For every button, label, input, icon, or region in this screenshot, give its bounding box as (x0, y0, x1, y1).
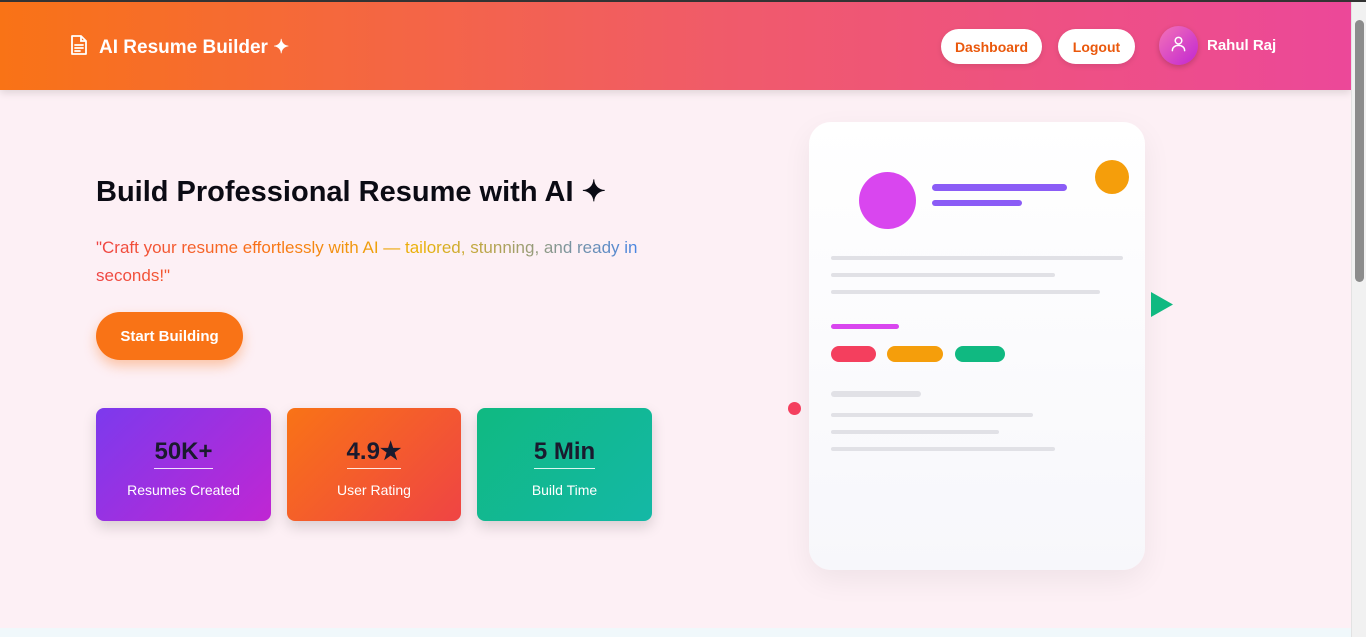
stat-card-rating: 4.9★ User Rating (287, 408, 461, 521)
start-building-button[interactable]: Start Building (96, 312, 243, 360)
hero-tagline: "Craft your resume effortlessly with AI … (96, 234, 656, 290)
window-top-border (0, 0, 1366, 2)
stat-value: 50K+ (154, 438, 213, 469)
avatar[interactable] (1159, 26, 1198, 65)
text-line (831, 273, 1055, 277)
resume-preview-illustration (809, 122, 1145, 570)
user-icon (1170, 35, 1187, 57)
amber-dot (1095, 160, 1129, 194)
user-menu[interactable]: Rahul Raj (1159, 26, 1276, 65)
title-line (932, 200, 1022, 206)
stat-label: Build Time (531, 481, 598, 498)
text-line (831, 430, 999, 434)
skill-pill-red (831, 346, 876, 362)
document-icon (69, 34, 89, 61)
logout-button[interactable]: Logout (1058, 29, 1135, 64)
red-dot (788, 402, 801, 415)
text-line (831, 256, 1123, 260)
dashboard-button[interactable]: Dashboard (941, 29, 1042, 64)
text-line (831, 413, 1033, 417)
text-line (831, 447, 1055, 451)
text-line (831, 290, 1100, 294)
brand-title: AI Resume Builder ✦ (99, 37, 290, 58)
skill-pill-green (955, 346, 1005, 362)
stat-card-resumes: 50K+ Resumes Created (96, 408, 271, 521)
user-name: Rahul Raj (1207, 37, 1277, 54)
section-heading-line (831, 324, 899, 329)
play-triangle-icon (1151, 292, 1173, 322)
stat-value: 5 Min (533, 438, 596, 469)
scrollbar-thumb[interactable] (1355, 20, 1364, 282)
stat-label: Resumes Created (127, 481, 240, 498)
brand[interactable]: AI Resume Builder ✦ (69, 34, 289, 61)
stat-card-build-time: 5 Min Build Time (477, 408, 652, 521)
stat-label: User Rating (337, 482, 411, 498)
text-line (831, 391, 921, 397)
name-line (932, 184, 1067, 191)
page-title: Build Professional Resume with AI ✦ (96, 176, 606, 208)
skill-pill-amber (887, 346, 943, 362)
top-navbar: AI Resume Builder ✦ Dashboard Logout Rah… (0, 0, 1351, 90)
profile-photo-placeholder (859, 172, 916, 229)
next-section-edge (0, 628, 1351, 637)
stat-value: 4.9★ (346, 437, 402, 469)
page-scrollbar[interactable] (1351, 0, 1366, 637)
